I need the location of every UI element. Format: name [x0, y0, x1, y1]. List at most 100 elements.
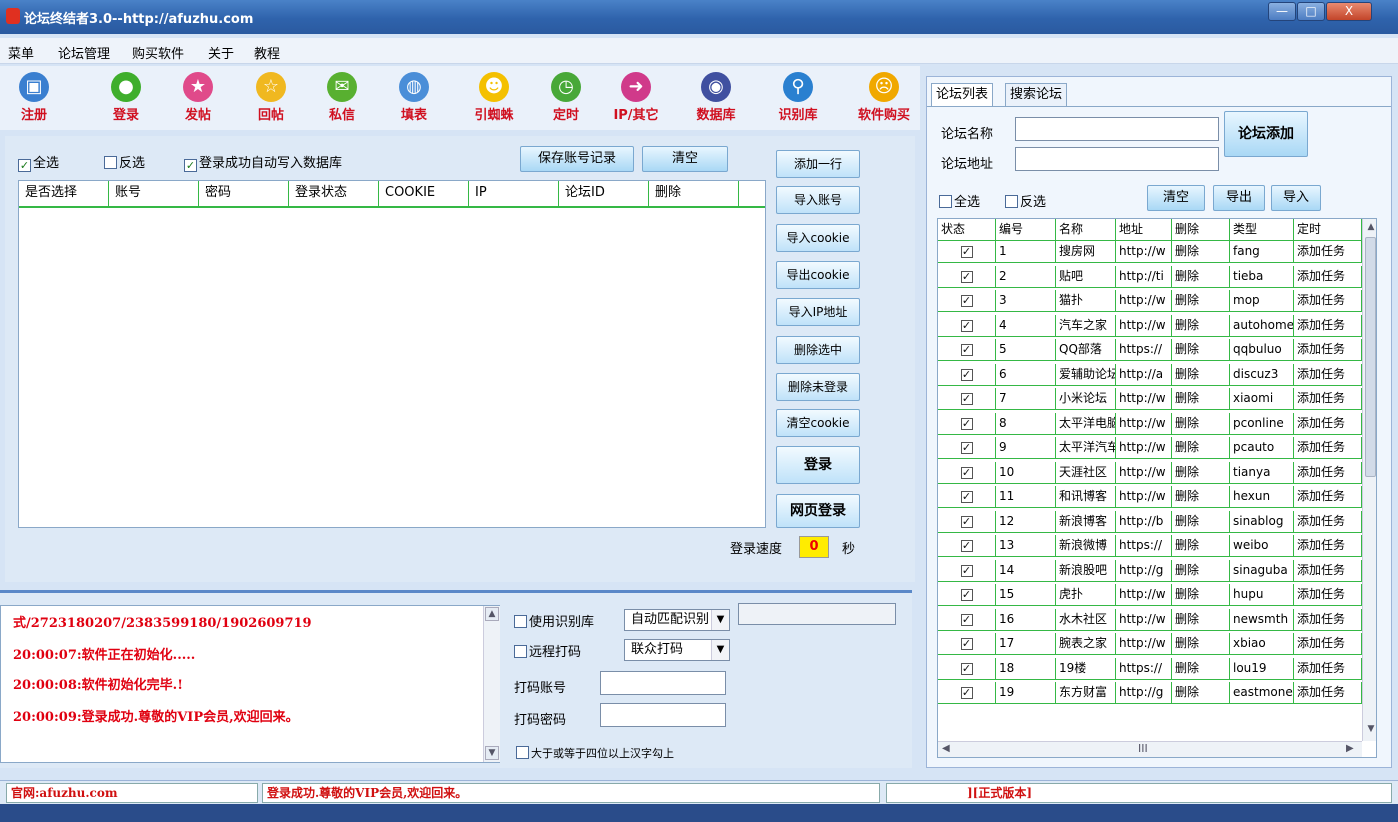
forum-cell-del[interactable]: 删除 [1172, 461, 1230, 484]
forum-row[interactable]: ✓ 10 天涯社区 http://w 删除 tianya 添加任务 [938, 461, 1362, 484]
row-status-checkbox[interactable]: ✓ [938, 559, 996, 582]
account-col-header[interactable]: IP [469, 181, 559, 207]
forum-cell-del[interactable]: 删除 [1172, 363, 1230, 386]
row-status-checkbox[interactable]: ✓ [938, 510, 996, 533]
forum-cell-timer[interactable]: 添加任务 [1294, 535, 1362, 557]
forum-cell-del[interactable]: 删除 [1172, 314, 1230, 337]
account-col-header[interactable]: 密码 [199, 181, 289, 207]
forum-cell-del[interactable]: 删除 [1172, 584, 1230, 606]
toolbar-post-star-button[interactable]: ★ 发帖 [168, 70, 228, 128]
toolbar-buy-software-face-button[interactable]: ☹ 软件购买 [854, 70, 914, 128]
forum-col-header[interactable]: 地址 [1116, 219, 1172, 241]
forum-cell-del[interactable]: 删除 [1172, 633, 1230, 655]
toolbar-database-button[interactable]: ◉ 数据库 [686, 70, 746, 128]
close-button[interactable]: X [1326, 2, 1372, 21]
toolbar-smiley-spider-button[interactable]: ☻ 引蜘蛛 [464, 70, 524, 128]
forum-cell-del[interactable]: 删除 [1172, 486, 1230, 508]
forum-hscrollbar[interactable]: ◀ III ▶ [938, 741, 1362, 757]
forum-col-header[interactable]: 编号 [996, 219, 1056, 241]
login-speed-value[interactable]: 0 [799, 536, 829, 558]
forum-cell-timer[interactable]: 添加任务 [1294, 461, 1362, 484]
forum-col-header[interactable]: 状态 [938, 219, 996, 241]
scroll-up-icon[interactable]: ▲ [485, 607, 499, 621]
forum-cell-timer[interactable]: 添加任务 [1294, 412, 1362, 435]
toolbar-reply-star-button[interactable]: ☆ 回帖 [241, 70, 301, 128]
forum-name-input[interactable] [1015, 117, 1219, 141]
row-status-checkbox[interactable]: ✓ [938, 363, 996, 386]
forum-cell-timer[interactable]: 添加任务 [1294, 657, 1362, 680]
forum-cell-timer[interactable]: 添加任务 [1294, 486, 1362, 508]
forum-cell-del[interactable]: 删除 [1172, 339, 1230, 361]
row-status-checkbox[interactable]: ✓ [938, 412, 996, 435]
toolbar-ip-arrow-button[interactable]: ➜ IP/其它 [606, 70, 666, 128]
log-scrollbar[interactable]: ▲ ▼ [483, 606, 500, 762]
menu-buy-software[interactable]: 购买软件 [132, 43, 184, 62]
clear-accounts-button[interactable]: 清空 [642, 146, 728, 172]
forum-row[interactable]: ✓ 1 搜房网 http://w 删除 fang 添加任务 [938, 241, 1362, 263]
maximize-button[interactable]: □ [1297, 2, 1325, 21]
row-status-checkbox[interactable]: ✓ [938, 314, 996, 337]
forum-cell-timer[interactable]: 添加任务 [1294, 388, 1362, 410]
invert-checkbox[interactable]: 反选 [104, 152, 145, 171]
forum-cell-timer[interactable]: 添加任务 [1294, 339, 1362, 361]
forum-cell-del[interactable]: 删除 [1172, 437, 1230, 459]
scroll-thumb[interactable] [1365, 237, 1376, 477]
account-table[interactable]: 是否选择 账号 密码 登录状态 COOKIE IP 论坛ID 删除 [18, 180, 766, 528]
web-login-button[interactable]: 网页登录 [776, 494, 860, 528]
forum-row[interactable]: ✓ 3 猫扑 http://w 删除 mop 添加任务 [938, 290, 1362, 312]
scroll-down-icon[interactable]: ▼ [1364, 723, 1376, 737]
menu-main[interactable]: 菜单 [8, 43, 34, 62]
use-lib-checkbox[interactable]: 使用识别库 [514, 611, 594, 630]
account-col-header[interactable]: 删除 [649, 181, 739, 207]
forum-cell-del[interactable]: 删除 [1172, 290, 1230, 312]
forum-row[interactable]: ✓ 19 东方财富 http://g 删除 eastmoney 添加任务 [938, 682, 1362, 704]
forum-row[interactable]: ✓ 11 和讯博客 http://w 删除 hexun 添加任务 [938, 486, 1362, 508]
row-status-checkbox[interactable]: ✓ [938, 265, 996, 288]
menu-forum-manage[interactable]: 论坛管理 [58, 43, 110, 62]
export-cookie-button[interactable]: 导出cookie [776, 261, 860, 289]
tab-forum-list[interactable]: 论坛列表 [931, 83, 994, 107]
menu-tutorial[interactable]: 教程 [254, 43, 280, 62]
scroll-up-icon[interactable]: ▲ [1364, 221, 1376, 235]
clear-cookie-button[interactable]: 清空cookie [776, 409, 860, 437]
forum-cell-timer[interactable]: 添加任务 [1294, 608, 1362, 631]
captcha-password-input[interactable] [600, 703, 726, 727]
toolbar-search-magnifier-button[interactable]: ⚲ 识别库 [768, 70, 828, 128]
import-ip-button[interactable]: 导入IP地址 [776, 298, 860, 326]
account-col-header[interactable]: COOKIE [379, 181, 469, 207]
forum-cell-del[interactable]: 删除 [1172, 682, 1230, 704]
forum-cell-timer[interactable]: 添加任务 [1294, 559, 1362, 582]
forum-import-button[interactable]: 导入 [1271, 185, 1321, 211]
forum-col-header[interactable]: 名称 [1056, 219, 1116, 241]
row-status-checkbox[interactable]: ✓ [938, 486, 996, 508]
row-status-checkbox[interactable]: ✓ [938, 241, 996, 263]
forum-cell-timer[interactable]: 添加任务 [1294, 290, 1362, 312]
forum-vscrollbar[interactable]: ▲ ▼ [1362, 219, 1376, 741]
scroll-down-icon[interactable]: ▼ [485, 746, 499, 760]
forum-row[interactable]: ✓ 13 新浪微博 https://删除 weibo 添加任务 [938, 535, 1362, 557]
forum-row[interactable]: ✓ 9 太平洋汽车 http://w 删除 pcauto 添加任务 [938, 437, 1362, 459]
row-status-checkbox[interactable]: ✓ [938, 290, 996, 312]
toolbar-chat-bubble-button[interactable]: ✉ 私信 [312, 70, 372, 128]
account-col-header[interactable]: 是否选择 [19, 181, 109, 207]
four-char-checkbox[interactable]: 大于或等于四位以上汉字勾上 [516, 745, 674, 761]
forum-cell-timer[interactable]: 添加任务 [1294, 437, 1362, 459]
forum-cell-timer[interactable]: 添加任务 [1294, 363, 1362, 386]
row-status-checkbox[interactable]: ✓ [938, 608, 996, 631]
delete-unlogged-button[interactable]: 删除未登录 [776, 373, 860, 401]
auto-write-checkbox[interactable]: ✓ 登录成功自动写入数据库 [184, 152, 342, 172]
forum-cell-timer[interactable]: 添加任务 [1294, 682, 1362, 704]
forum-cell-timer[interactable]: 添加任务 [1294, 510, 1362, 533]
forum-cell-timer[interactable]: 添加任务 [1294, 265, 1362, 288]
row-status-checkbox[interactable]: ✓ [938, 657, 996, 680]
toolbar-register-window-button[interactable]: ▣ 注册 [4, 70, 64, 128]
row-status-checkbox[interactable]: ✓ [938, 682, 996, 704]
scroll-left-icon[interactable]: ◀ [942, 743, 950, 754]
lib-select[interactable]: 自动匹配识别 ▼ [624, 609, 730, 631]
forum-row[interactable]: ✓ 4 汽车之家 http://w 删除 autohome 添加任务 [938, 314, 1362, 337]
forum-cell-del[interactable]: 删除 [1172, 412, 1230, 435]
forum-cell-timer[interactable]: 添加任务 [1294, 314, 1362, 337]
account-col-header[interactable]: 登录状态 [289, 181, 379, 207]
minimize-button[interactable]: — [1268, 2, 1296, 21]
forum-cell-timer[interactable]: 添加任务 [1294, 584, 1362, 606]
